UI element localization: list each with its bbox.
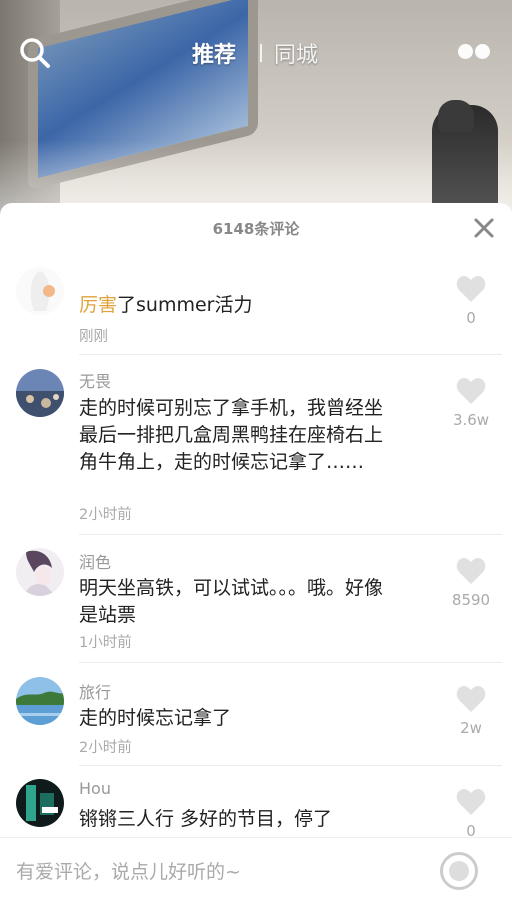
like-button[interactable]: 3.6w <box>444 377 498 429</box>
comment-item: 旅行 走的时候忘记拿了 2小时前 2w <box>0 663 512 766</box>
comment-item: 无畏 走的时候可别忘了拿手机，我曾经坐最后一排把几盒周黑鸭挂在座椅右上角牛角上，… <box>0 355 512 535</box>
comments-panel: 6148条评论 厉害了summer活力 刚刚 0 无畏 走的时候可别忘了拿手机，… <box>0 203 512 901</box>
commenter-name: 旅行 <box>79 683 112 702</box>
heart-icon <box>456 276 486 302</box>
more-dots-icon[interactable] <box>458 42 494 62</box>
comment-input-placeholder[interactable]: 有爱评论，说点儿好听的~ <box>16 857 241 884</box>
comment-text: 明天坐高铁，可以试试。。。哦。好像是站票 <box>79 577 384 626</box>
tab-recommend[interactable]: 推荐 <box>192 37 236 69</box>
comment-time: 2小时前 <box>79 507 132 523</box>
comment-time: 刚刚 <box>79 329 108 345</box>
comment-item: 润色 明天坐高铁，可以试试。。。哦。好像是站票 1小时前 8590 <box>0 535 512 663</box>
avatar[interactable] <box>16 677 64 725</box>
commenter-name: 无畏 <box>79 372 112 391</box>
like-button[interactable]: 0 <box>444 275 498 327</box>
avatar[interactable] <box>16 369 64 417</box>
heart-icon <box>456 789 486 815</box>
commenter-name: Hou <box>79 779 111 798</box>
like-button[interactable]: 8590 <box>444 557 498 609</box>
top-nav: 推荐 同城 <box>0 28 512 76</box>
comment-text: 走的时候可别忘了拿手机，我曾经坐最后一排把几盒周黑鸭挂在座椅右上角牛角上，走的时… <box>79 397 384 473</box>
tab-divider <box>260 44 262 62</box>
heart-icon <box>456 558 486 584</box>
comment-text: 锵锵三人行 多好的节目，停了 <box>79 808 333 830</box>
comment-time: 2小时前 <box>79 740 132 756</box>
comment-input-bar[interactable]: 有爱评论，说点儿好听的~ <box>0 837 512 902</box>
comment-item: Hou 锵锵三人行 多好的节目，停了 0 <box>0 766 512 846</box>
comment-item: 厉害了summer活力 刚刚 0 <box>0 253 512 355</box>
like-button[interactable]: 2w <box>444 685 498 737</box>
comment-text: 走的时候忘记拿了 <box>79 707 232 729</box>
tab-local[interactable]: 同城 <box>274 37 318 69</box>
avatar[interactable] <box>16 267 64 315</box>
avatar[interactable] <box>16 779 64 827</box>
commenter-name: 润色 <box>79 553 112 572</box>
like-count: 0 <box>466 309 476 327</box>
comment-highlight: 厉害 <box>79 294 118 316</box>
search-icon[interactable] <box>18 36 52 70</box>
avatar[interactable] <box>16 548 64 596</box>
seat-headrest <box>438 100 474 132</box>
heart-icon <box>456 378 486 404</box>
like-count: 3.6w <box>452 411 490 429</box>
heart-icon <box>456 686 486 712</box>
like-count: 8590 <box>451 591 491 609</box>
comments-header: 6148条评论 <box>0 203 512 253</box>
close-icon[interactable] <box>472 216 496 240</box>
emoji-icon[interactable] <box>440 852 478 890</box>
comment-text: 厉害了summer活力 <box>79 294 253 316</box>
like-button[interactable]: 0 <box>444 788 498 840</box>
comment-count-title: 6148条评论 <box>212 220 300 238</box>
like-count: 2w <box>460 719 482 737</box>
comment-time: 1小时前 <box>79 635 132 651</box>
